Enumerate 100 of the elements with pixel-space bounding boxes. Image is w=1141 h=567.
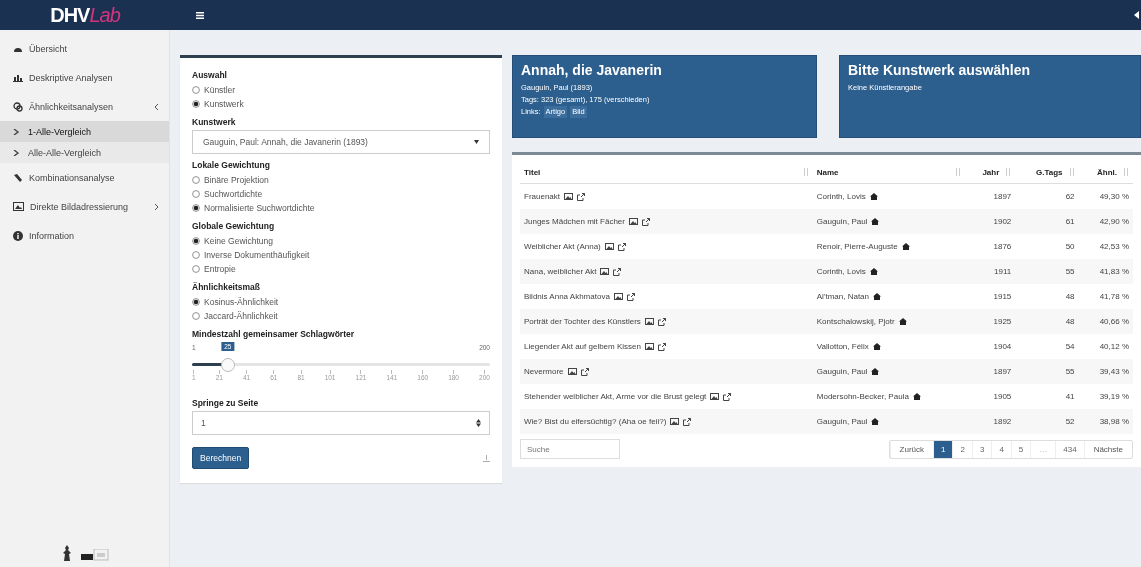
radio-button[interactable] — [192, 251, 200, 259]
radio-option[interactable]: Inverse Dokumenthäufigkeit — [192, 248, 490, 262]
page-button[interactable]: 3 — [971, 440, 992, 458]
table-cell: 1897 — [965, 183, 1016, 209]
radio-option[interactable]: Binäre Projektion — [192, 173, 490, 187]
image-icon[interactable] — [567, 368, 577, 376]
image-icon[interactable] — [628, 218, 638, 226]
image-icon[interactable] — [710, 393, 720, 401]
table-cell: 41 — [1015, 384, 1079, 409]
radio-option[interactable]: Suchwortdichte — [192, 187, 490, 201]
external-link-icon[interactable] — [617, 242, 626, 251]
house-icon[interactable] — [901, 243, 910, 251]
chevron-icon — [154, 203, 159, 210]
table-cell: Corinth, Lovis — [816, 267, 866, 277]
table-cell: 49,30 % — [1078, 183, 1133, 209]
radio-button[interactable] — [192, 100, 200, 108]
card-title: Bitte Kunstwerk auswählen — [848, 62, 1032, 78]
column-header[interactable]: Ähnl. — [1078, 161, 1133, 184]
table-cell: 55 — [1015, 259, 1079, 284]
slider-handle[interactable] — [220, 358, 235, 372]
sidebar-item[interactable]: Übersicht — [0, 34, 169, 63]
image-icon[interactable] — [644, 318, 654, 326]
slider-track[interactable] — [192, 358, 490, 372]
radio-option[interactable]: Keine Gewichtung — [192, 234, 490, 248]
search-field[interactable]: Suche — [520, 439, 620, 459]
sidebar-subitem[interactable]: Alle-Alle-Vergleich — [0, 142, 169, 163]
table-cell: 41,78 % — [1078, 284, 1133, 309]
page-button[interactable]: 5 — [1010, 440, 1031, 458]
external-link-icon[interactable] — [613, 267, 622, 276]
dropdown-caret-icon — [474, 140, 479, 144]
image-icon[interactable] — [613, 293, 623, 301]
image-icon[interactable] — [644, 343, 654, 351]
radio-button[interactable] — [192, 312, 200, 320]
external-link-icon[interactable] — [657, 317, 666, 326]
radio-option[interactable]: Normalisierte Suchwortdichte — [192, 201, 490, 215]
house-icon[interactable] — [871, 368, 880, 376]
external-link-icon[interactable] — [626, 292, 635, 301]
sidebar-subitem[interactable]: 1-Alle-Vergleich — [0, 121, 169, 142]
column-header[interactable]: Jahr — [965, 161, 1016, 184]
table-cell: Nevermore — [524, 367, 564, 377]
radio-button[interactable] — [192, 176, 200, 184]
sidebar-item[interactable]: Direkte Bildadressierung — [0, 192, 169, 221]
radio-button[interactable] — [192, 265, 200, 273]
radio-option[interactable]: Jaccard-Ähnlichkeit — [192, 309, 490, 323]
radio-button[interactable] — [192, 86, 200, 94]
radio-button[interactable] — [192, 298, 200, 306]
external-link-icon[interactable] — [641, 217, 650, 226]
external-link-icon[interactable] — [577, 192, 586, 201]
external-link-icon[interactable] — [723, 392, 732, 401]
table-cell: 50 — [1015, 234, 1079, 259]
radio-option[interactable]: Kunstwerk — [192, 97, 490, 111]
pagination-link[interactable]: Nächste — [1083, 440, 1132, 458]
menu-icon[interactable] — [196, 11, 204, 19]
column-header[interactable]: Titel — [520, 161, 813, 184]
house-icon[interactable] — [869, 268, 878, 276]
house-icon[interactable] — [873, 293, 881, 301]
chevron-icon — [13, 149, 19, 156]
table-cell: Al'tman, Natan — [816, 292, 869, 302]
house-icon[interactable] — [912, 393, 921, 401]
table-cell: Nana, weiblicher Akt — [524, 267, 597, 277]
radio-option[interactable]: Entropie — [192, 262, 490, 276]
table-cell: 42,90 % — [1078, 209, 1133, 234]
table-cell: 1905 — [965, 384, 1016, 409]
image-icon[interactable] — [670, 418, 680, 426]
column-header[interactable]: G.Tags — [1015, 161, 1079, 184]
spinner-icon[interactable] — [476, 419, 481, 427]
house-icon[interactable] — [872, 343, 881, 351]
house-icon[interactable] — [871, 218, 880, 226]
sidebar-item[interactable]: Deskriptive Analysen — [0, 63, 169, 92]
collapse-icon[interactable] — [1134, 11, 1139, 19]
radio-button[interactable] — [192, 237, 200, 245]
table-cell: 62 — [1015, 183, 1079, 209]
house-icon[interactable] — [869, 193, 878, 201]
radio-button[interactable] — [192, 204, 200, 212]
image-icon[interactable] — [600, 268, 610, 276]
page-button[interactable]: 434 — [1055, 440, 1084, 458]
radio-button[interactable] — [192, 190, 200, 198]
field-label: Globale Gewichtung — [192, 221, 276, 231]
sidebar-item[interactable]: Ähnlichkeitsanalysen — [0, 92, 169, 121]
radio-option[interactable]: Künstler — [192, 83, 490, 97]
page-button[interactable]: 4 — [991, 440, 1011, 458]
select-field[interactable]: Gauguin, Paul: Annah, die Javanerin (1893) — [192, 130, 490, 154]
page-button[interactable]: 1 — [933, 440, 953, 458]
image-icon[interactable] — [604, 243, 614, 251]
table-cell: 40,12 % — [1078, 334, 1133, 359]
calculate-button[interactable]: Berechnen — [192, 447, 250, 469]
field-label: Lokale Gewichtung — [192, 160, 271, 170]
external-link-icon[interactable] — [657, 342, 666, 351]
radio-option[interactable]: Kosinus-Ähnlichkeit — [192, 295, 490, 309]
house-icon[interactable] — [898, 318, 907, 326]
sidebar-item[interactable]: Kombinationsanalyse — [0, 163, 169, 192]
external-link-icon[interactable] — [580, 367, 589, 376]
house-icon[interactable] — [871, 418, 880, 426]
chevron-icon — [154, 103, 159, 110]
page-button[interactable]: 2 — [952, 440, 972, 458]
image-icon[interactable] — [564, 193, 574, 201]
column-header[interactable]: Name — [812, 161, 966, 184]
sidebar-item[interactable]: Information — [0, 221, 169, 250]
external-link-icon[interactable] — [683, 417, 692, 426]
number-field[interactable]: 1 — [192, 411, 490, 435]
